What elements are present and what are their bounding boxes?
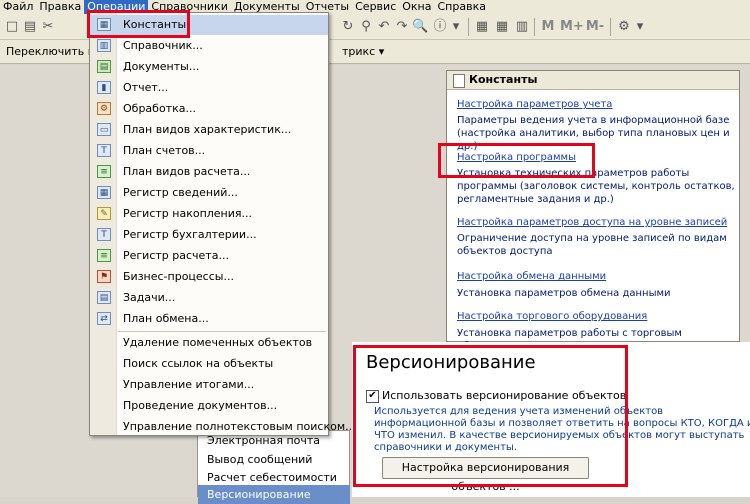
menu-item-label: Бизнес-процессы... [123,270,234,283]
menu-item-info-register[interactable]: ▦ Регистр сведений... [90,183,328,203]
menu-item-manage-totals[interactable]: Управление итогами... [90,375,328,395]
menu-item-documents[interactable]: ▤ Документы... [90,57,328,77]
menu-item-characteristics[interactable]: ▭ План видов характеристик... [90,120,328,140]
m-plus-button[interactable]: M+ [560,19,584,35]
menu-item-catalog[interactable]: ▥ Справочник... [90,36,328,56]
menu-item-label: План обмена... [123,312,209,325]
calculation-types-icon: ≡ [97,165,111,178]
menu-item-label: Документы... [123,60,200,73]
link-equipment-settings[interactable]: Настройка торгового оборудования [457,311,647,322]
menu-item-tasks[interactable]: ▤ Задачи... [90,288,328,308]
m-button[interactable]: M [540,19,556,35]
menu-item-label: План видов расчета... [123,165,251,178]
catalog-icon: ▥ [97,39,111,52]
menu-item-accumulation-register[interactable]: ✎ Регистр накопления... [90,204,328,224]
cut-icon[interactable]: ✂ [40,19,56,35]
calculator-icon[interactable]: ▦ [494,19,510,35]
menu-item-report[interactable]: ▮ Отчет... [90,78,328,98]
business-processes-icon: ⚑ [97,270,111,283]
report-icon: ▮ [97,81,111,94]
exchange-plan-icon: ⇄ [97,312,111,325]
menu-item-label: План счетов... [123,144,206,157]
operations-dropdown-menu: ▦ Константы ▥ Справочник... ▤ Документы.… [89,12,356,437]
dropdown-arrow-icon[interactable]: ▾ [448,19,464,35]
accounting-register-icon: T [97,228,111,241]
menu-item-label: Управление итогами... [123,378,255,391]
menu-item-label: Регистр сведений... [123,186,238,199]
menu-item-business-processes[interactable]: ⚑ Бизнес-процессы... [90,267,328,287]
back-icon[interactable]: ↶ [376,19,392,35]
menu-item-label: Обработка... [123,102,196,115]
link-accounting-settings[interactable]: Настройка параметров учета [457,99,612,110]
constants-panel-header: Константы [447,71,739,90]
menu-item-chart-of-accounts[interactable]: T План счетов... [90,141,328,161]
documents-icon: ▤ [97,60,111,73]
document-icon [453,74,465,88]
menu-separator [118,331,326,332]
accumulation-register-icon: ✎ [97,207,111,220]
menu-item-calculation-types[interactable]: ≡ План видов расчета... [90,162,328,182]
search-icon[interactable]: 🔍 [412,19,428,35]
menu-file[interactable]: Файл [0,0,36,14]
menu-item-post-documents[interactable]: Проведение документов... [90,396,328,416]
info-icon[interactable]: ⓘ [432,19,448,35]
processing-icon: ⚙ [97,102,111,115]
exchange-settings-desc: Установка параметров обмена данными [457,288,671,299]
highlight-program-settings [438,143,595,178]
menu-item-label: Управление полнотекстовым поиском... [123,420,356,433]
menu-item-processing[interactable]: ⚙ Обработка... [90,99,328,119]
menu-service[interactable]: Сервис [352,0,399,14]
menu-edit[interactable]: Правка [36,0,84,14]
menu-item-label: Справочник... [123,39,203,52]
tasks-icon: ▤ [97,291,111,304]
toolbar-separator [534,18,535,36]
list-item-messages[interactable]: Вывод сообщений [198,450,350,469]
tools-icon[interactable]: ⚙ [616,19,632,35]
constants-panel-title: Константы [469,73,538,86]
menu-item-label: Поиск ссылок на объекты [123,357,274,370]
menu-item-label: Проведение документов... [123,399,278,412]
menu-item-label: План видов характеристик... [123,123,292,136]
toolbar-separator [468,18,469,36]
menu-windows[interactable]: Окна [399,0,434,14]
calendar-icon[interactable]: ▦ [474,19,490,35]
list-item-versioning[interactable]: Версионирование [198,485,350,504]
link-exchange-settings[interactable]: Настройка обмена данными [457,271,606,282]
menu-item-label: Регистр накопления... [123,207,253,220]
menu-item-label: Регистр бухгалтерии... [123,228,257,241]
menu-item-label: Удаление помеченных объектов [123,336,313,349]
new-icon[interactable]: □ [4,19,20,35]
menu-item-label: Задачи... [123,291,176,304]
characteristics-icon: ▭ [97,123,111,136]
menu-item-label: Отчет... [123,81,169,94]
info-register-icon: ▦ [97,186,111,199]
toolbar-separator [610,18,611,36]
link-access-settings[interactable]: Настройка параметров доступа на уровне з… [457,217,727,228]
matrix-dropdown[interactable]: трикс ▾ [342,45,384,58]
menu-item-exchange-plan[interactable]: ⇄ План обмена... [90,309,328,329]
menu-item-calculation-register[interactable]: ≡ Регистр расчета... [90,246,328,266]
highlight-versioning [353,345,628,487]
refresh-icon[interactable]: ↻ [340,19,356,35]
open-icon[interactable]: ▤ [22,19,38,35]
note-icon[interactable]: ▥ [514,19,530,35]
highlight-constants [87,10,190,38]
menu-item-label: Регистр расчета... [123,249,229,262]
dropdown-arrow-icon[interactable]: ▾ [632,19,648,35]
m-minus-button[interactable]: M- [585,19,605,35]
chart-of-accounts-icon: T [97,144,111,157]
menu-item-delete-marked[interactable]: Удаление помеченных объектов [90,333,328,353]
menu-item-fulltext-search[interactable]: Управление полнотекстовым поиском... [90,417,356,437]
forward-icon[interactable]: ↷ [394,19,410,35]
find-icon[interactable]: ⚲ [358,19,374,35]
menu-item-accounting-register[interactable]: T Регистр бухгалтерии... [90,225,328,245]
access-settings-desc: Ограничение доступа на уровне записей по… [457,233,727,257]
settings-list: Электронная почта Вывод сообщений Расчет… [197,430,350,504]
matrix-label: трикс [342,45,376,58]
menu-item-find-references[interactable]: Поиск ссылок на объекты [90,354,328,374]
calculation-register-icon: ≡ [97,249,111,262]
constants-panel: Константы Настройка параметров учета Пар… [446,70,740,352]
menu-help[interactable]: Справка [435,0,489,14]
